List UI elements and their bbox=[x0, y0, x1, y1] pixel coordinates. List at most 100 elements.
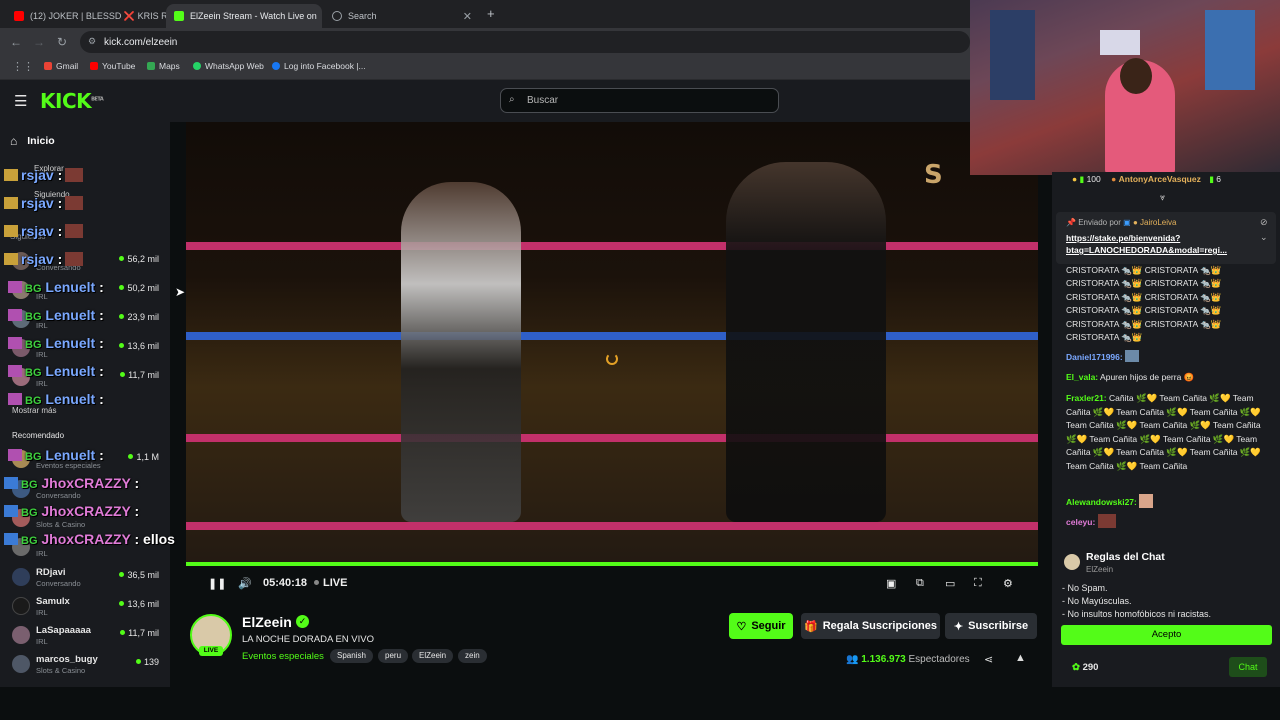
report-warning-icon[interactable]: ▲ bbox=[1015, 652, 1026, 664]
stream-tag[interactable]: zein bbox=[458, 649, 487, 663]
sidebar-channel[interactable]: marcos_bugy Slots & Casino 139 bbox=[8, 653, 163, 681]
tab-title: ElZeein Stream - Watch Live on bbox=[190, 11, 317, 21]
show-more-link[interactable]: Mostrar más bbox=[12, 406, 56, 415]
overlay-chat-line: BG Lenuelt : bbox=[8, 391, 104, 407]
overlay-text: : bbox=[99, 363, 104, 379]
sidebar-channel[interactable]: Samulx IRL 13,6 mil bbox=[8, 595, 163, 623]
site-info-icon[interactable]: ⚙ bbox=[88, 36, 96, 47]
fullscreen-icon[interactable]: ⛶ bbox=[974, 577, 982, 590]
apps-grid-icon[interactable]: ⋮⋮ bbox=[12, 60, 34, 73]
message-text: Apuren hijos de perra 😡 bbox=[1100, 372, 1195, 382]
message-user[interactable]: celeyu: bbox=[1066, 517, 1095, 527]
overlay-user: rsjav bbox=[21, 167, 54, 183]
search-input[interactable]: ⌕ Buscar bbox=[500, 88, 779, 113]
address-bar[interactable]: ⚙ kick.com/elzeein bbox=[80, 31, 970, 53]
new-tab-icon[interactable]: + bbox=[487, 6, 495, 21]
badge-icon bbox=[8, 281, 22, 293]
channel-category: Slots & Casino bbox=[36, 666, 86, 675]
chat-panel: ● ▮ 100 ● AntonyArceVasquez ▮ 6 ⩔ 📌 Envi… bbox=[1052, 172, 1280, 687]
tab-title: Search bbox=[348, 11, 377, 21]
overlay-text: : bbox=[99, 307, 104, 323]
overlay-chat-line: rsjav : bbox=[4, 223, 84, 239]
follow-button[interactable]: ♡ Seguir bbox=[729, 613, 793, 639]
forward-arrow-icon[interactable]: → bbox=[33, 35, 45, 49]
clip-icon[interactable]: ⧉ bbox=[916, 577, 924, 590]
tab-title: (12) JOKER | BLESSD ❌ KRIS R bbox=[30, 10, 166, 21]
overlay-text: : bbox=[99, 391, 104, 407]
chat-message: Daniel171996: bbox=[1066, 350, 1271, 365]
send-chat-button[interactable]: Chat bbox=[1229, 657, 1267, 677]
rules-title: Reglas del Chat bbox=[1086, 551, 1165, 563]
back-arrow-icon[interactable]: ← bbox=[10, 35, 22, 49]
mouse-cursor-icon: ➤ bbox=[175, 285, 186, 299]
bookmark-gmail[interactable]: Gmail bbox=[44, 61, 78, 71]
streamer-name[interactable]: ElZeein bbox=[242, 614, 292, 630]
wall-poster bbox=[1205, 10, 1255, 90]
viewer-count: 36,5 mil bbox=[119, 570, 159, 580]
kick-favicon-icon bbox=[174, 11, 184, 21]
message-user[interactable]: El_vala: bbox=[1066, 372, 1098, 382]
menu-hamburger-icon[interactable]: ☰ bbox=[14, 92, 27, 110]
gift-subscriptions-button[interactable]: 🎁 Regala Suscripciones bbox=[801, 613, 940, 639]
overlay-chat-line: BG Lenuelt : bbox=[8, 447, 104, 463]
gift-user: AntonyArceVasquez bbox=[1118, 174, 1201, 184]
gmail-icon bbox=[44, 62, 52, 70]
url-text: kick.com/elzeein bbox=[104, 36, 178, 48]
close-tab-icon[interactable]: ✕ bbox=[463, 10, 472, 23]
pinned-message: 📌 Enviado por ▣ ● JairoLeiva ⊘ ⌄ https:/… bbox=[1056, 212, 1276, 264]
viewer-count: 1,1 M bbox=[128, 452, 159, 462]
message-user[interactable]: Daniel171996: bbox=[1066, 352, 1123, 362]
accept-rules-button[interactable]: Acepto bbox=[1061, 625, 1272, 645]
person-figure bbox=[726, 162, 886, 522]
verified-check-icon: ✓ bbox=[296, 615, 309, 628]
sidebar-item-home[interactable]: ⌂ Inicio bbox=[10, 134, 55, 148]
overlay-chat-line: rsjav : bbox=[4, 251, 84, 267]
bookmark-maps[interactable]: Maps bbox=[147, 61, 180, 71]
bookmark-whatsapp[interactable]: WhatsApp Web bbox=[193, 61, 264, 71]
bookmark-label: Maps bbox=[159, 61, 180, 71]
channel-category: Conversando bbox=[36, 579, 81, 588]
stream-category-link[interactable]: Eventos especiales bbox=[242, 651, 324, 662]
collapse-chevron-icon[interactable]: ⩔ bbox=[1160, 192, 1165, 203]
kick-logo[interactable]: KICKBETA bbox=[40, 89, 104, 113]
browser-tab-kick[interactable]: ElZeein Stream - Watch Live on ✕ bbox=[166, 4, 322, 28]
message-user[interactable]: Alewandowski27: bbox=[1066, 497, 1137, 507]
overlay-chat-line: BG Lenuelt : bbox=[8, 335, 104, 351]
pause-icon[interactable]: ❚❚ bbox=[208, 577, 226, 590]
channel-category: Conversando bbox=[36, 491, 81, 500]
viewer-count: 13,6 mil bbox=[119, 341, 159, 351]
sidebar-channel[interactable]: RDjavi Conversando 36,5 mil bbox=[8, 566, 163, 594]
stream-tag[interactable]: peru bbox=[378, 649, 409, 663]
live-indicator[interactable]: LIVE bbox=[314, 577, 347, 589]
overlay-user: Lenuelt bbox=[45, 335, 96, 351]
volume-icon[interactable]: 🔊 bbox=[238, 577, 252, 590]
stream-tag[interactable]: Spanish bbox=[330, 649, 373, 663]
pinned-link[interactable]: https://stake.pe/bienvenida? btag=LANOCH… bbox=[1066, 232, 1256, 256]
browser-tab-youtube[interactable]: (12) JOKER | BLESSD ❌ KRIS R ✕ bbox=[6, 4, 166, 28]
picture-in-picture-icon[interactable]: ▣ bbox=[886, 577, 896, 590]
unpin-icon[interactable]: ⊘ bbox=[1260, 217, 1268, 228]
pin-icon: 📌 bbox=[1066, 218, 1076, 227]
overlay-chat-line: BG JhoxCRAZZY : bbox=[4, 475, 139, 491]
message-text: CRISTORATA 🐀👑 CRISTORATA 🐀👑 bbox=[1066, 319, 1222, 329]
overlay-user: Lenuelt bbox=[45, 363, 96, 379]
browser-tab-search[interactable]: Search ✕ bbox=[324, 4, 480, 28]
channel-points[interactable]: ✿ 290 bbox=[1072, 662, 1098, 673]
viewers-icon: 👥 bbox=[846, 654, 859, 665]
video-player[interactable]: S bbox=[186, 122, 1038, 564]
bookmark-youtube[interactable]: YouTube bbox=[90, 61, 135, 71]
message-text: CRISTORATA 🐀👑 CRISTORATA 🐀👑 bbox=[1066, 278, 1222, 288]
channel-category: Slots & Casino bbox=[36, 520, 86, 529]
message-text: CRISTORATA 🐀👑 CRISTORATA 🐀👑 bbox=[1066, 305, 1222, 315]
reload-icon[interactable]: ↻ bbox=[57, 35, 67, 49]
sidebar-channel[interactable]: LaSapaaaaa IRL 11,7 mil bbox=[8, 624, 163, 652]
stream-tag[interactable]: ElZeein bbox=[412, 649, 454, 663]
bookmark-facebook[interactable]: Log into Facebook |... bbox=[272, 61, 366, 71]
share-icon[interactable]: ⋖ bbox=[984, 653, 993, 666]
expand-chevron-icon[interactable]: ⌄ bbox=[1260, 232, 1268, 243]
settings-gear-icon[interactable]: ⚙ bbox=[1003, 577, 1013, 590]
emote-icon bbox=[1097, 514, 1116, 528]
message-user[interactable]: Fraxler21: bbox=[1066, 393, 1107, 403]
theater-mode-icon[interactable]: ▭ bbox=[945, 577, 955, 590]
subscribe-button[interactable]: ✦ Suscribirse bbox=[945, 613, 1037, 639]
